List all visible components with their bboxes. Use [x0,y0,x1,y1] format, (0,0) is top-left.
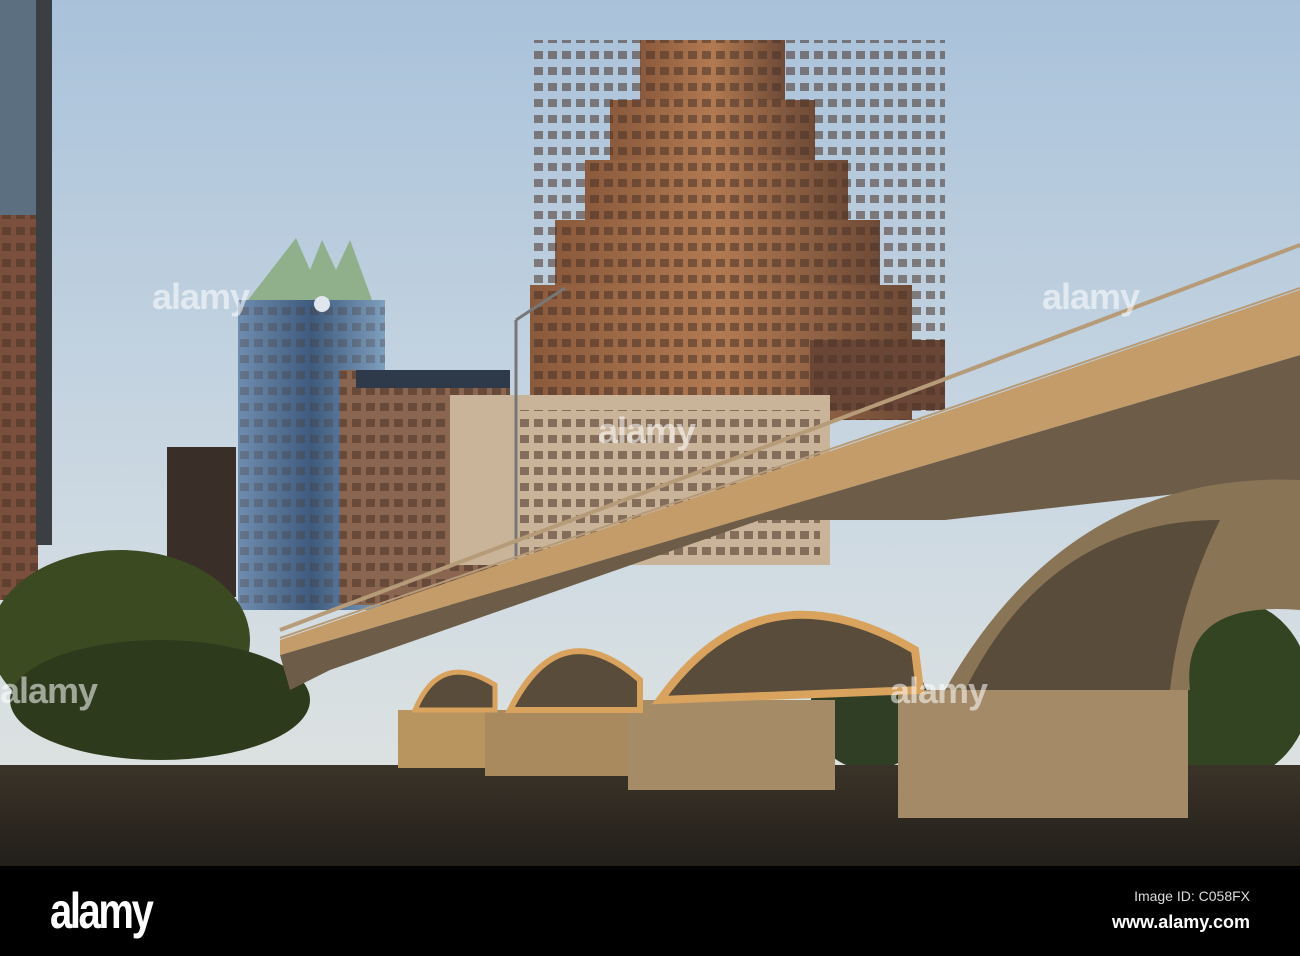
alamy-logo[interactable]: alamy [50,882,154,940]
footer-bar: alamy Image ID: C058FX www.alamy.com [0,866,1300,956]
photo-frame: alamy alamy alamy alamy alamy alamy Imag… [0,0,1300,956]
watermark: alamy [0,670,98,711]
site-url[interactable]: www.alamy.com [1112,912,1250,933]
watermark: alamy [890,670,988,711]
image-id: Image ID: C058FX [1134,888,1250,904]
stepped-tower [530,40,945,420]
watermark: alamy [1042,276,1140,317]
left-tower [0,0,52,600]
watermark: alamy [152,276,250,317]
watermark: alamy [598,410,696,451]
